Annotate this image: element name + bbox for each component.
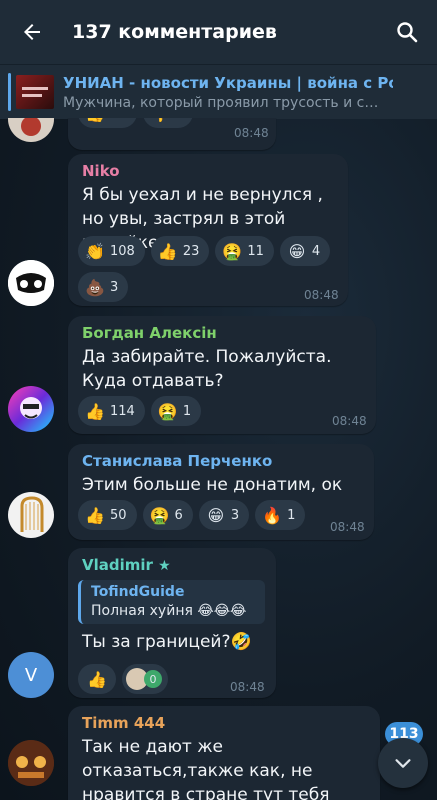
message-time: 08:48: [304, 288, 339, 302]
reaction-thumbs-up[interactable]: 👍50: [78, 500, 137, 530]
reaction-vomit[interactable]: 🤮 6: [142, 500, 193, 530]
star-badge-icon: ★: [158, 558, 171, 574]
author-name[interactable]: Богдан Алексін: [82, 324, 217, 342]
arrow-left-icon: [24, 24, 40, 40]
quote-text: Полная хуйня 😂😂😂: [91, 603, 247, 619]
avatar-letter: V: [24, 664, 38, 686]
message-bubble[interactable]: Богдан Алексін Да забирайте. Пожалуйста.…: [68, 316, 376, 434]
message-bubble[interactable]: 👍50 👎4 08:48: [68, 118, 276, 150]
grin-icon: 😁: [288, 241, 306, 261]
reaction-grin[interactable]: 😁 3: [198, 500, 250, 530]
reaction-thumbs-up[interactable]: 👍 23: [150, 236, 210, 266]
reaction-count-badge: 0: [144, 670, 162, 688]
avatar[interactable]: [8, 386, 54, 432]
back-button[interactable]: [0, 0, 64, 64]
chevron-down-icon: [395, 759, 411, 768]
page-title: 137 комментариев: [72, 21, 277, 43]
thumbs-up-icon: 👍: [84, 118, 106, 124]
message-time: 08:48: [230, 680, 265, 694]
message-bubble[interactable]: Timm 444 Так не дают же отказаться,также…: [68, 706, 380, 800]
avatar[interactable]: [8, 118, 54, 142]
reply-quote[interactable]: TofindGuide Полная хуйня 😂😂😂: [78, 580, 265, 624]
search-button[interactable]: [377, 0, 437, 64]
message-text: Ты за границей?🤣: [82, 632, 252, 652]
clap-icon: 👏: [85, 241, 105, 261]
reaction-thumbs-up[interactable]: 👍: [78, 664, 116, 694]
message-text: Да забирайте. Пожалуйста. Куда отдавать?: [82, 347, 332, 391]
message-time: 08:48: [330, 520, 365, 534]
pinned-thumbnail: [16, 75, 54, 109]
message-bubble[interactable]: Станислава Перченко Этим больше не донат…: [68, 444, 374, 540]
pinned-post[interactable]: УНИАН - новости Украины | война с Росс… …: [0, 64, 437, 119]
message-text: Так не дают же отказаться,также как, не …: [82, 737, 330, 800]
message-text: Этим больше не донатим, ок: [82, 475, 343, 495]
pinned-indicator: [8, 73, 11, 111]
thumbs-down-icon: 👎: [149, 118, 171, 124]
poop-icon: 💩: [85, 277, 105, 297]
thumbs-up-icon: 👍: [85, 505, 105, 525]
reaction-fire[interactable]: 🔥 1: [255, 500, 306, 530]
reaction-poop[interactable]: 💩 3: [78, 272, 129, 302]
reaction-thumbs-up[interactable]: 👍50: [78, 118, 137, 128]
app-header: 137 комментариев: [0, 0, 437, 64]
fire-icon: 🔥: [262, 505, 283, 525]
thumbs-up-icon: 👍: [85, 401, 105, 421]
vomit-icon: 🤮: [157, 401, 178, 421]
avatar[interactable]: [8, 492, 54, 538]
reaction-vomit[interactable]: 🤮 1: [150, 396, 202, 426]
thumbs-up-icon: 👍: [157, 241, 178, 261]
author-name[interactable]: Vladimir ★: [82, 556, 171, 574]
scroll-down-button[interactable]: [378, 738, 428, 788]
message-time: 08:48: [234, 126, 269, 140]
comments-list[interactable]: 👍50 👎4 08:48 Niko Я бы уехал и не вернул…: [0, 118, 437, 800]
quote-author: TofindGuide: [91, 584, 185, 600]
pinned-title: УНИАН - новости Украины | война с Росс…: [63, 74, 393, 92]
search-icon: [397, 22, 418, 43]
avatar[interactable]: [8, 740, 54, 786]
author-name[interactable]: Станислава Перченко: [82, 452, 272, 470]
reaction-user-avatar[interactable]: 0: [122, 664, 168, 694]
vomit-icon: 🤮: [222, 241, 243, 261]
reaction-thumbs-up[interactable]: 👍 114: [78, 396, 145, 426]
reaction-thumbs-down[interactable]: 👎4: [142, 118, 193, 128]
message-bubble[interactable]: Niko Я бы уехал и не вернулся , но увы, …: [68, 154, 348, 306]
avatar[interactable]: V: [8, 652, 54, 698]
author-name[interactable]: Timm 444: [82, 714, 165, 732]
pinned-text: Мужчина, который проявил трусость и с…: [63, 95, 379, 111]
grin-icon: 😁: [207, 505, 225, 525]
message-time: 08:48: [332, 414, 367, 428]
author-name[interactable]: Niko: [82, 162, 120, 180]
message-bubble[interactable]: Vladimir ★ TofindGuide Полная хуйня 😂😂😂 …: [68, 548, 276, 698]
reaction-vomit[interactable]: 🤮 11: [215, 236, 274, 266]
reaction-grin[interactable]: 😁 4: [279, 236, 331, 266]
avatar[interactable]: [8, 260, 54, 306]
vomit-icon: 🤮: [149, 505, 170, 525]
thumbs-up-icon: 👍: [87, 669, 107, 689]
reaction-clap[interactable]: 👏 108: [78, 236, 145, 266]
